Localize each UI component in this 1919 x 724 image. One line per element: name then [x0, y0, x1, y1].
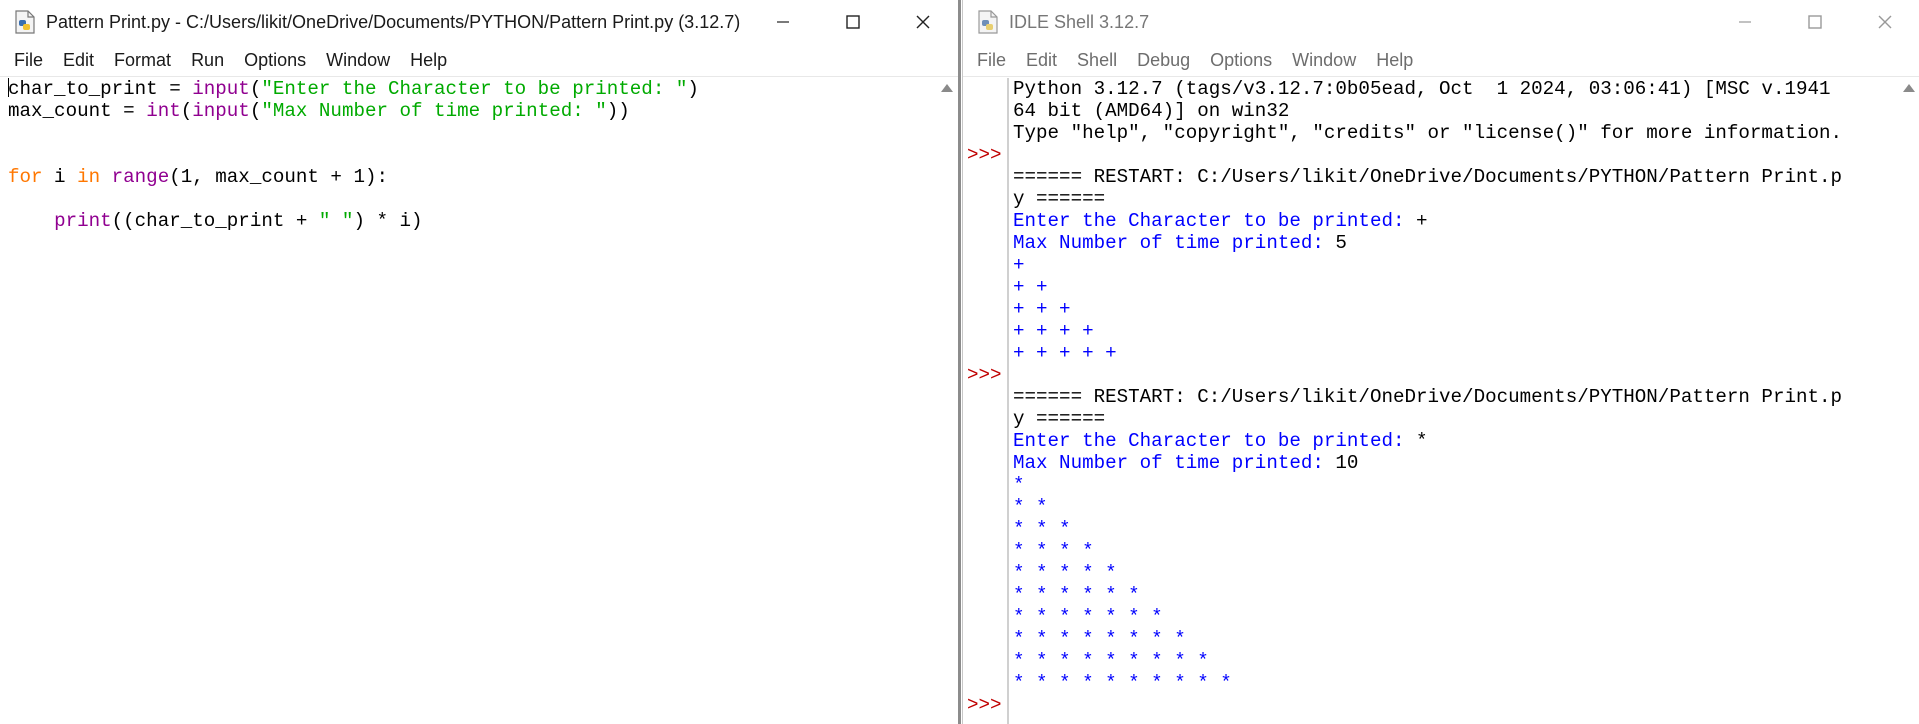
editor-menubar: File Edit Format Run Options Window Help: [0, 44, 958, 77]
menu-window[interactable]: Window: [1282, 44, 1366, 76]
menu-debug[interactable]: Debug: [1127, 44, 1200, 76]
menu-file[interactable]: File: [4, 44, 53, 76]
menu-help[interactable]: Help: [400, 44, 457, 76]
shell-output[interactable]: Python 3.12.7 (tags/v3.12.7:0b05ead, Oct…: [1013, 78, 1842, 694]
minimize-icon: [1739, 21, 1751, 23]
output-line: +: [1013, 254, 1025, 276]
shell-prompt: >>>: [967, 144, 1002, 166]
shell-scrollbar[interactable]: [1898, 78, 1919, 724]
editor-title: Pattern Print.py - C:/Users/likit/OneDri…: [46, 11, 741, 32]
shell-titlebar[interactable]: IDLE Shell 3.12.7: [963, 0, 1919, 44]
maximize-icon: [846, 15, 860, 29]
code-editor[interactable]: char_to_print = input("Enter the Charact…: [8, 78, 699, 232]
restart-line: ====== RESTART: C:/Users/likit/OneDrive/…: [1013, 386, 1843, 408]
editor-scrollbar[interactable]: [936, 78, 958, 724]
shell-prompt: >>>: [967, 364, 1002, 386]
code-line-5: for i in range(1, max_count + 1):: [8, 166, 388, 188]
menu-run[interactable]: Run: [181, 44, 234, 76]
shell-window: IDLE Shell 3.12.7 File Edit Shell Debug …: [962, 0, 1919, 724]
scroll-up-arrow-icon[interactable]: [1903, 84, 1915, 92]
output-line: * * * * * *: [1013, 584, 1140, 606]
menu-edit[interactable]: Edit: [53, 44, 104, 76]
code-line-2: max_count = int(input("Max Number of tim…: [8, 100, 630, 122]
output-line: * * * * * * * * * *: [1013, 672, 1232, 694]
output-line: * * * * * * *: [1013, 606, 1163, 628]
close-icon: [1878, 15, 1892, 29]
banner-line: Python 3.12.7 (tags/v3.12.7:0b05ead, Oct…: [1013, 78, 1831, 100]
editor-window: Pattern Print.py - C:/Users/likit/OneDri…: [0, 0, 961, 724]
input-prompt-line: Enter the Character to be printed: +: [1013, 210, 1428, 232]
menu-shell[interactable]: Shell: [1067, 44, 1127, 76]
menu-help[interactable]: Help: [1366, 44, 1423, 76]
banner-line: 64 bit (AMD64)] on win32: [1013, 100, 1290, 122]
restart-line: ====== RESTART: C:/Users/likit/OneDrive/…: [1013, 166, 1843, 188]
shell-prompt: >>>: [967, 694, 1002, 716]
close-button[interactable]: [1850, 0, 1919, 44]
output-line: * * * *: [1013, 540, 1094, 562]
maximize-button[interactable]: [818, 0, 888, 44]
output-line: * *: [1013, 496, 1048, 518]
maximize-icon: [1808, 15, 1822, 29]
python-shell-icon: [975, 9, 1001, 35]
menu-options[interactable]: Options: [234, 44, 316, 76]
editor-titlebar[interactable]: Pattern Print.py - C:/Users/likit/OneDri…: [0, 0, 958, 44]
close-button[interactable]: [888, 0, 958, 44]
scroll-up-arrow-icon[interactable]: [941, 84, 953, 92]
code-line-7: print((char_to_print + " ") * i): [54, 210, 423, 232]
output-line: + +: [1013, 276, 1048, 298]
close-icon: [916, 15, 930, 29]
menu-file[interactable]: File: [967, 44, 1016, 76]
python-file-icon: [12, 9, 38, 35]
restart-line: y ======: [1013, 408, 1106, 430]
shell-menubar: File Edit Shell Debug Options Window Hel…: [963, 44, 1919, 77]
menu-edit[interactable]: Edit: [1016, 44, 1067, 76]
output-line: + + +: [1013, 298, 1071, 320]
shell-title: IDLE Shell 3.12.7: [1009, 11, 1150, 32]
banner-line: Type "help", "copyright", "credits" or "…: [1013, 122, 1843, 144]
output-line: * * * * * * * *: [1013, 628, 1186, 650]
code-line-1: char_to_print = input("Enter the Charact…: [8, 78, 699, 100]
input-prompt-line: Max Number of time printed: 5: [1013, 232, 1347, 254]
menu-format[interactable]: Format: [104, 44, 181, 76]
restart-line: y ======: [1013, 188, 1106, 210]
minimize-button[interactable]: [748, 0, 818, 44]
menu-options[interactable]: Options: [1200, 44, 1282, 76]
input-prompt-line: Enter the Character to be printed: *: [1013, 430, 1428, 452]
shell-prompt-gutter: >>> >>> >>>: [963, 78, 1009, 724]
menu-window[interactable]: Window: [316, 44, 400, 76]
output-line: + + + +: [1013, 320, 1094, 342]
input-prompt-line: Max Number of time printed: 10: [1013, 452, 1359, 474]
output-line: + + + + +: [1013, 342, 1117, 364]
output-line: * * *: [1013, 518, 1071, 540]
output-line: * * * * * * * * *: [1013, 650, 1209, 672]
output-line: * * * * *: [1013, 562, 1117, 584]
minimize-button[interactable]: [1710, 0, 1780, 44]
output-line: *: [1013, 474, 1025, 496]
maximize-button[interactable]: [1780, 0, 1850, 44]
minimize-icon: [777, 21, 789, 23]
